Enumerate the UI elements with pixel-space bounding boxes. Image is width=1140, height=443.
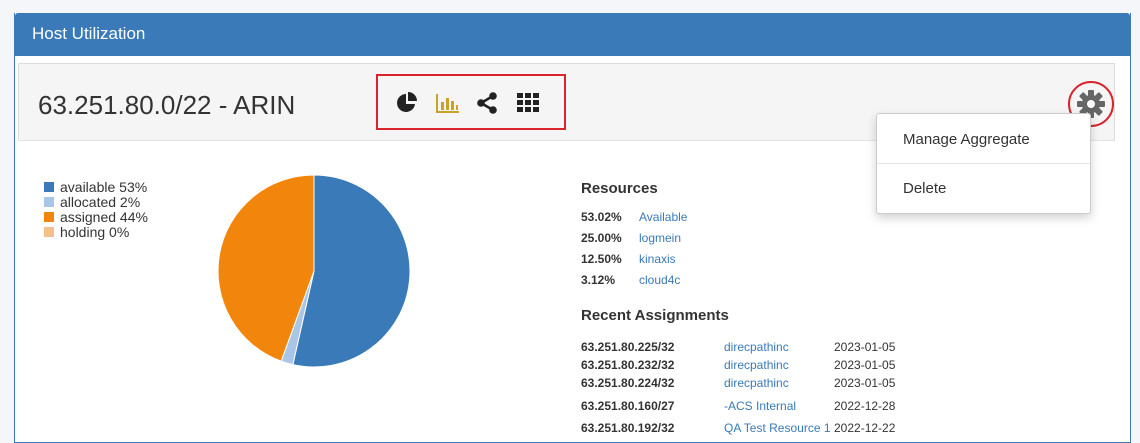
legend-item-assigned: assigned 44%	[44, 210, 148, 225]
resource-link[interactable]: logmein	[639, 231, 681, 245]
resource-link[interactable]: kinaxis	[639, 252, 676, 266]
resource-row: 25.00% logmein	[581, 231, 682, 245]
legend-swatch	[44, 197, 54, 207]
legend-item-holding: holding 0%	[44, 225, 148, 240]
resource-link[interactable]: cloud4c	[639, 273, 680, 287]
assignment-row: 63.251.80.232/32 direcpathinc 2023-01-05	[581, 357, 896, 373]
assignment-row: 63.251.80.192/32 QA Test Resource 1 2022-1…	[581, 420, 896, 436]
legend-swatch	[44, 182, 54, 192]
resource-link[interactable]: Available	[639, 210, 687, 224]
assignment-link[interactable]: direcpathinc	[724, 375, 834, 391]
assignment-link[interactable]: direcpathinc	[724, 339, 834, 355]
resources-title: Resources	[581, 180, 658, 197]
resource-row: 53.02% Available	[581, 210, 688, 224]
assignment-link[interactable]: -ACS Internal	[724, 398, 834, 414]
menu-item-manage-aggregate[interactable]: Manage Aggregate	[903, 131, 1030, 148]
menu-item-delete[interactable]: Delete	[903, 180, 946, 197]
share-icon[interactable]	[476, 92, 498, 119]
settings-dropdown-menu: Manage Aggregate Delete	[876, 113, 1091, 214]
panel-title: Host Utilization	[15, 13, 1130, 56]
legend-item-available: available 53%	[44, 180, 148, 195]
assignment-row: 63.251.80.224/32 direcpathinc 2023-01-05	[581, 375, 896, 391]
bar-chart-icon[interactable]	[435, 92, 461, 119]
recent-assignments-title: Recent Assignments	[581, 307, 729, 324]
menu-divider	[877, 163, 1090, 164]
assignment-link[interactable]: direcpathinc	[724, 357, 834, 373]
resource-row: 3.12% cloud4c	[581, 273, 681, 287]
grid-icon[interactable]	[517, 92, 539, 117]
view-toolbar	[376, 74, 566, 130]
block-title: 63.251.80.0/22 - ARIN	[38, 90, 296, 120]
legend-swatch	[44, 212, 54, 222]
pie-chart-icon[interactable]	[396, 92, 418, 119]
legend-swatch	[44, 227, 54, 237]
utilization-pie-chart	[217, 174, 411, 368]
chart-legend: available 53% allocated 2% assigned 44% …	[44, 180, 148, 240]
resource-row: 12.50% kinaxis	[581, 252, 676, 266]
assignment-row: 63.251.80.225/32 direcpathinc 2023-01-05	[581, 339, 896, 355]
assignment-link[interactable]: QA Test Resource 1	[724, 420, 834, 436]
assignment-row: 63.251.80.160/27 -ACS Internal 2022-12-28	[581, 398, 896, 414]
legend-item-allocated: allocated 2%	[44, 195, 148, 210]
